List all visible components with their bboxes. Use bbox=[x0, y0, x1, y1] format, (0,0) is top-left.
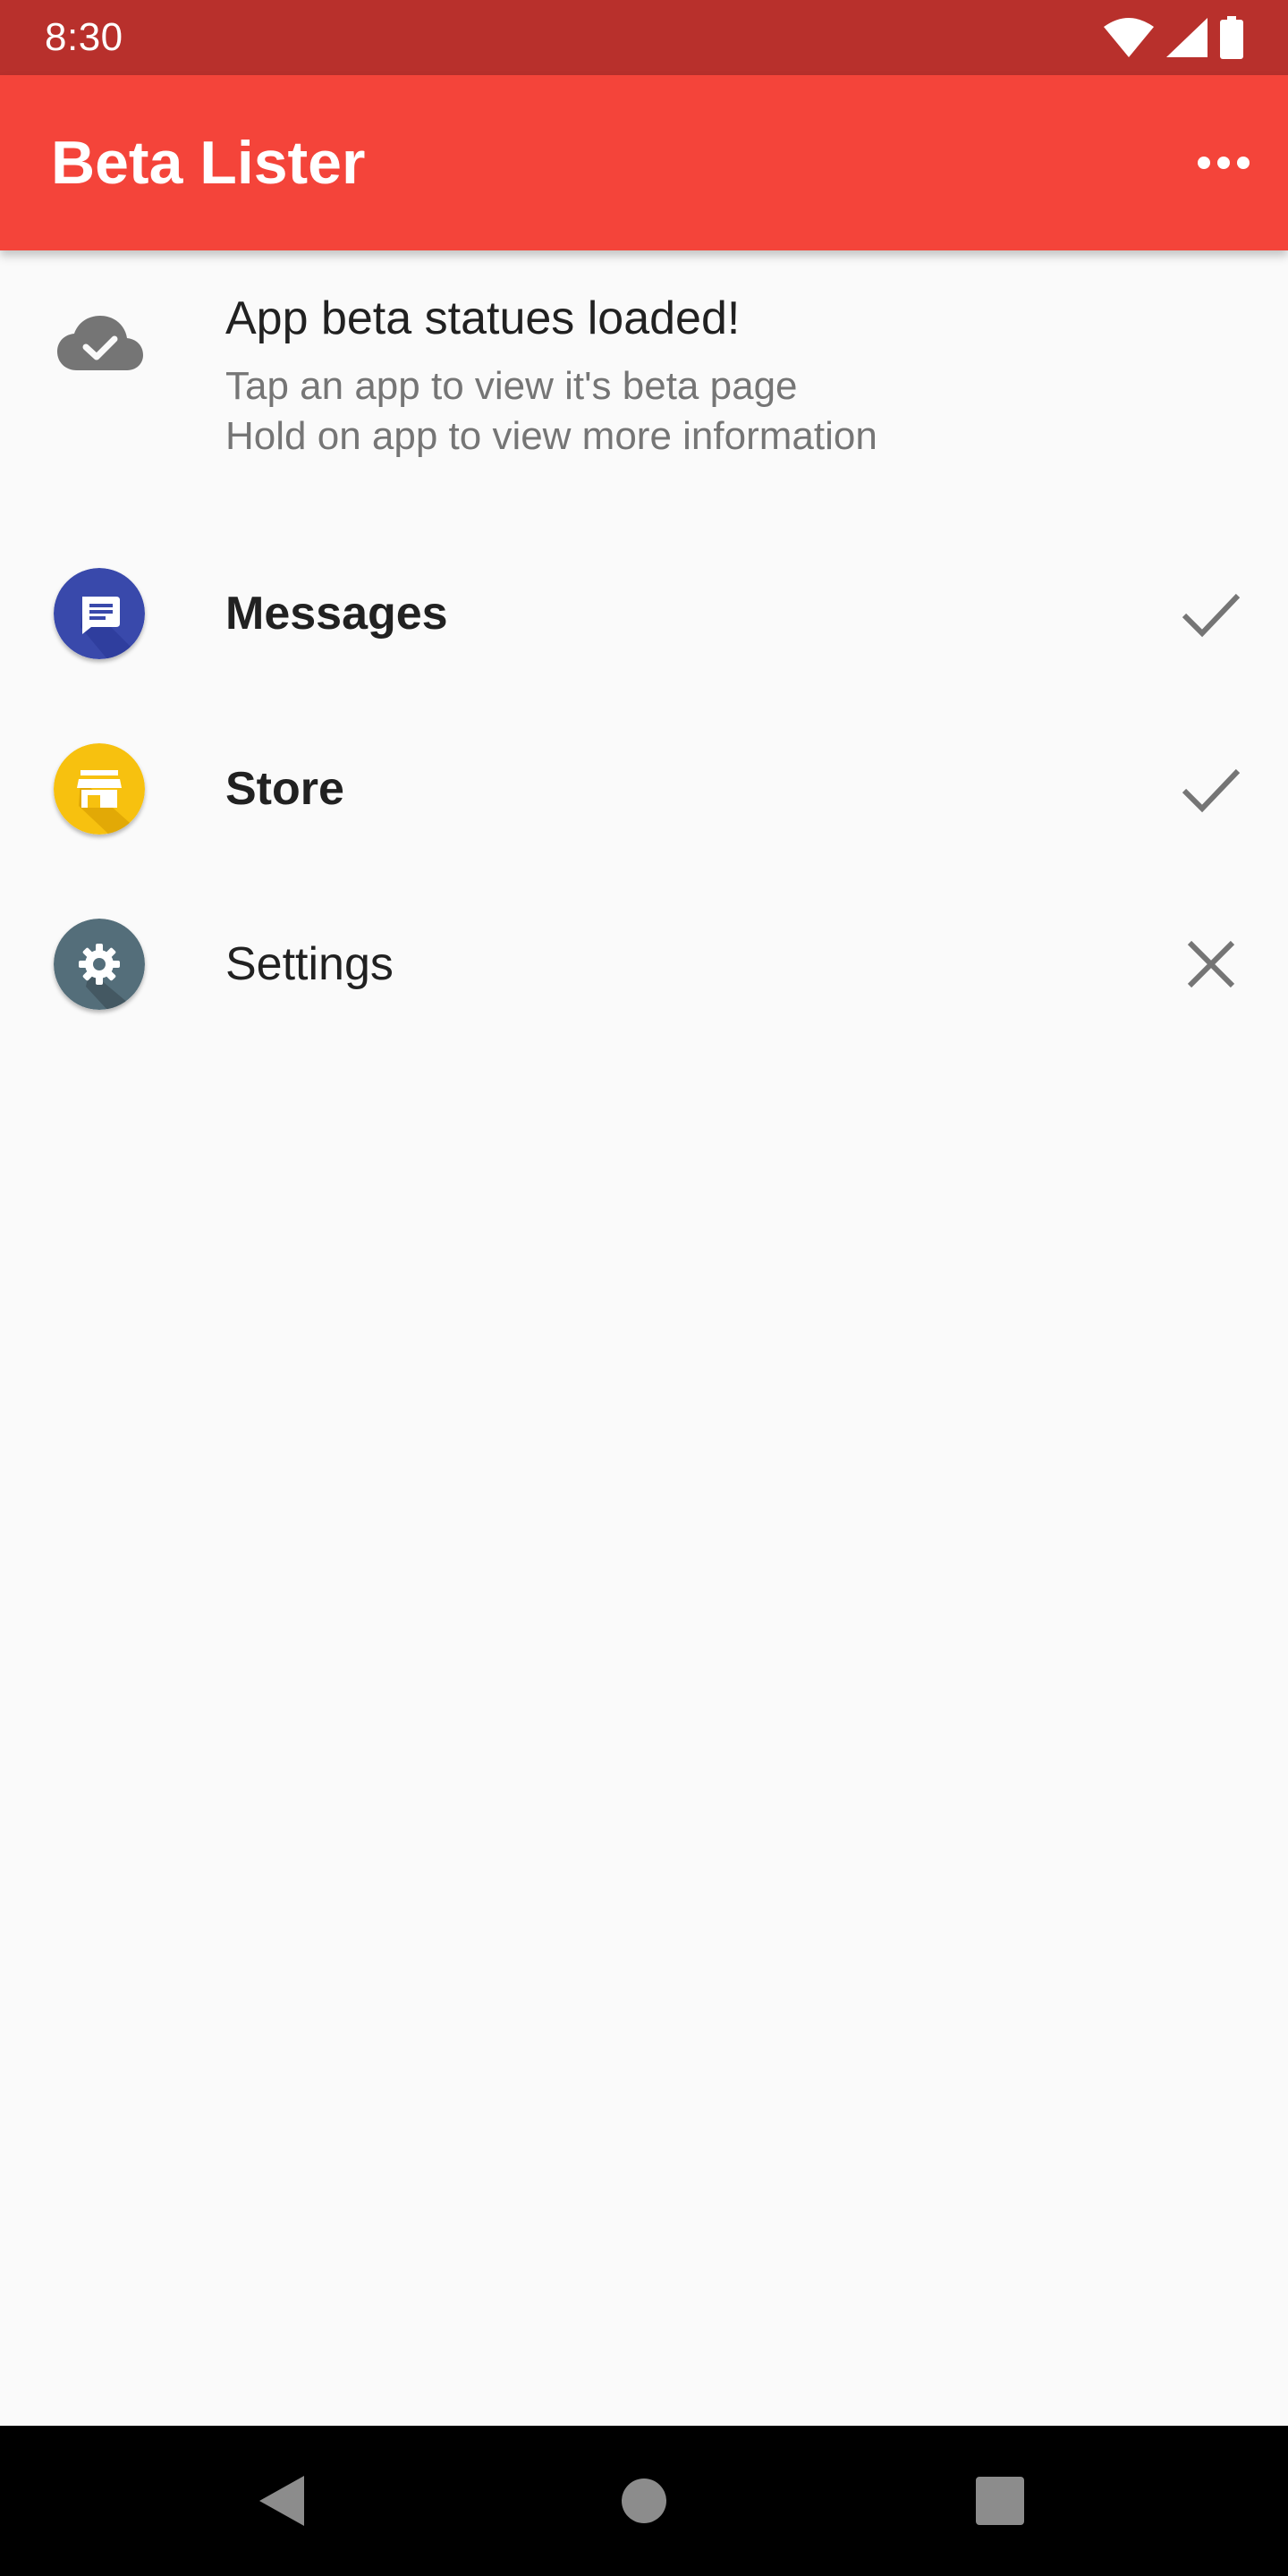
check-icon bbox=[1182, 593, 1241, 638]
message-icon bbox=[54, 568, 145, 659]
signal-icon bbox=[1166, 18, 1208, 57]
battery-icon bbox=[1220, 16, 1243, 59]
more-horizontal-icon bbox=[1198, 157, 1250, 169]
back-icon[interactable] bbox=[249, 2465, 320, 2537]
navigation-bar bbox=[0, 2426, 1288, 2576]
app-name: Store bbox=[225, 763, 344, 815]
status-time: 8:30 bbox=[45, 15, 123, 59]
home-icon[interactable] bbox=[608, 2465, 680, 2537]
check-icon bbox=[1182, 768, 1241, 813]
app-bar: Beta Lister bbox=[0, 75, 1288, 250]
list-item-messages[interactable]: Messages bbox=[0, 526, 1288, 701]
status-hint-hold: Hold on app to view more information bbox=[225, 414, 877, 458]
more-options-button[interactable] bbox=[1188, 127, 1259, 199]
wifi-icon bbox=[1104, 18, 1154, 57]
list-item-store[interactable]: Store bbox=[0, 701, 1288, 877]
store-icon bbox=[54, 743, 145, 835]
status-icons bbox=[1104, 16, 1243, 59]
list-item-settings[interactable]: Settings bbox=[0, 877, 1288, 1052]
status-hint-tap: Tap an app to view it's beta page bbox=[225, 364, 798, 408]
cloud-done-icon bbox=[57, 316, 143, 370]
app-avatar bbox=[54, 743, 145, 835]
status-title: App beta statues loaded! bbox=[225, 292, 741, 344]
app-avatar bbox=[54, 919, 145, 1010]
status-bar: 8:30 bbox=[0, 0, 1288, 75]
recents-icon[interactable] bbox=[964, 2465, 1036, 2537]
app-name: Messages bbox=[225, 588, 448, 640]
app-avatar bbox=[54, 568, 145, 659]
gear-icon bbox=[54, 919, 145, 1010]
app-name: Settings bbox=[225, 938, 394, 990]
app-title: Beta Lister bbox=[51, 129, 366, 197]
status-message: App beta statues loaded! Tap an app to v… bbox=[0, 250, 1288, 474]
close-icon bbox=[1187, 940, 1235, 988]
